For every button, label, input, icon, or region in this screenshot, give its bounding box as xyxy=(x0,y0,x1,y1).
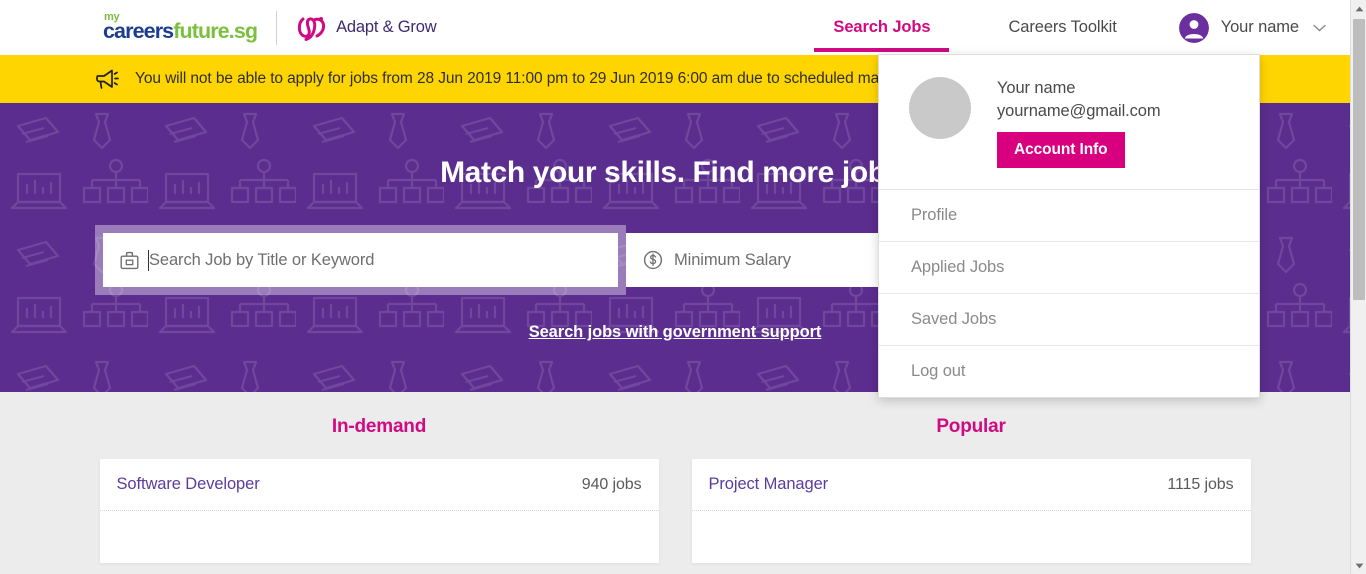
search-input[interactable]: Search Job by Title or Keyword xyxy=(103,233,618,287)
logo-careers-text: careers xyxy=(103,19,174,44)
job-title: Software Developer xyxy=(116,475,260,493)
logo-wordmark: careersfuture.sg xyxy=(103,19,258,44)
nav-search-jobs[interactable]: Search Jobs xyxy=(814,0,950,55)
scroll-up-arrow[interactable] xyxy=(1351,0,1366,17)
chevron-down-icon xyxy=(1313,24,1326,31)
menu-item-profile[interactable]: Profile xyxy=(879,190,1259,242)
job-count: 940 jobs xyxy=(581,475,642,493)
popular-card: Project Manager 1115 jobs xyxy=(691,459,1251,563)
list-item[interactable]: Project Manager 1115 jobs xyxy=(691,459,1251,511)
menu-item-saved-jobs[interactable]: Saved Jobs xyxy=(879,294,1259,346)
browser-viewport: my careersfuture.sg Adapt & Grow Search … xyxy=(0,0,1366,574)
omega-mark-icon xyxy=(297,16,326,41)
user-menu-trigger[interactable]: Your name xyxy=(1178,0,1326,55)
user-name-label: Your name xyxy=(1220,18,1299,36)
search-input-placeholder: Search Job by Title or Keyword xyxy=(149,250,375,269)
adapt-grow-logo[interactable]: Adapt & Grow xyxy=(296,14,437,42)
popular-heading: Popular xyxy=(936,416,1006,437)
main-nav: Search Jobs Careers Toolkit Your name xyxy=(814,0,1350,55)
triangle-up-icon xyxy=(1355,6,1363,11)
adapt-grow-text: Adapt & Grow xyxy=(336,18,437,36)
dollar-circle-icon xyxy=(643,250,663,270)
scrollbar-thumb[interactable] xyxy=(1353,19,1365,300)
dropdown-header: Your name yourname@gmail.com Account Inf… xyxy=(879,55,1259,190)
popular-column: Popular Project Manager 1115 jobs xyxy=(691,416,1251,574)
salary-input-placeholder: Minimum Salary xyxy=(674,250,791,269)
account-info-button[interactable]: Account Info xyxy=(997,132,1125,168)
banner-message: You will not be able to apply for jobs f… xyxy=(135,70,950,87)
in-demand-heading: In-demand xyxy=(331,416,427,437)
government-support-link[interactable]: Search jobs with government support xyxy=(529,323,822,341)
dropdown-avatar xyxy=(909,77,971,139)
site-header: my careersfuture.sg Adapt & Grow Search … xyxy=(0,0,1350,55)
avatar-icon xyxy=(1178,12,1209,43)
dropdown-user-info: Your name yourname@gmail.com Account Inf… xyxy=(997,77,1161,168)
scroll-down-arrow[interactable] xyxy=(1351,557,1366,574)
triangle-down-icon xyxy=(1355,563,1363,568)
list-item[interactable]: Software Developer 940 jobs xyxy=(99,459,659,511)
menu-item-log-out[interactable]: Log out xyxy=(879,346,1259,397)
job-count: 1115 jobs xyxy=(1167,475,1234,493)
in-demand-column: In-demand Software Developer 940 jobs xyxy=(99,416,659,574)
dropdown-user-name: Your name xyxy=(997,79,1076,97)
job-category-sections: In-demand Software Developer 940 jobs Po… xyxy=(0,392,1350,574)
page-scrollbar[interactable] xyxy=(1350,0,1366,574)
nav-careers-toolkit[interactable]: Careers Toolkit xyxy=(1008,0,1116,55)
job-title: Project Manager xyxy=(708,475,829,493)
logo-future-text: future.sg xyxy=(173,19,258,44)
list-item[interactable] xyxy=(692,511,1251,563)
in-demand-card: Software Developer 940 jobs xyxy=(99,459,659,563)
page-content: my careersfuture.sg Adapt & Grow Search … xyxy=(0,0,1350,574)
briefcase-icon xyxy=(120,251,139,269)
logo-divider xyxy=(276,10,278,45)
minimum-salary-input[interactable]: Minimum Salary xyxy=(626,233,894,287)
user-dropdown-menu: Your name yourname@gmail.com Account Inf… xyxy=(878,54,1260,398)
mycareersfuture-logo[interactable]: my careersfuture.sg xyxy=(103,12,258,44)
menu-item-applied-jobs[interactable]: Applied Jobs xyxy=(879,242,1259,294)
logo-group: my careersfuture.sg Adapt & Grow xyxy=(103,10,437,45)
megaphone-icon xyxy=(96,69,119,89)
dropdown-user-email: yourname@gmail.com xyxy=(997,102,1161,120)
list-item[interactable] xyxy=(100,511,659,563)
